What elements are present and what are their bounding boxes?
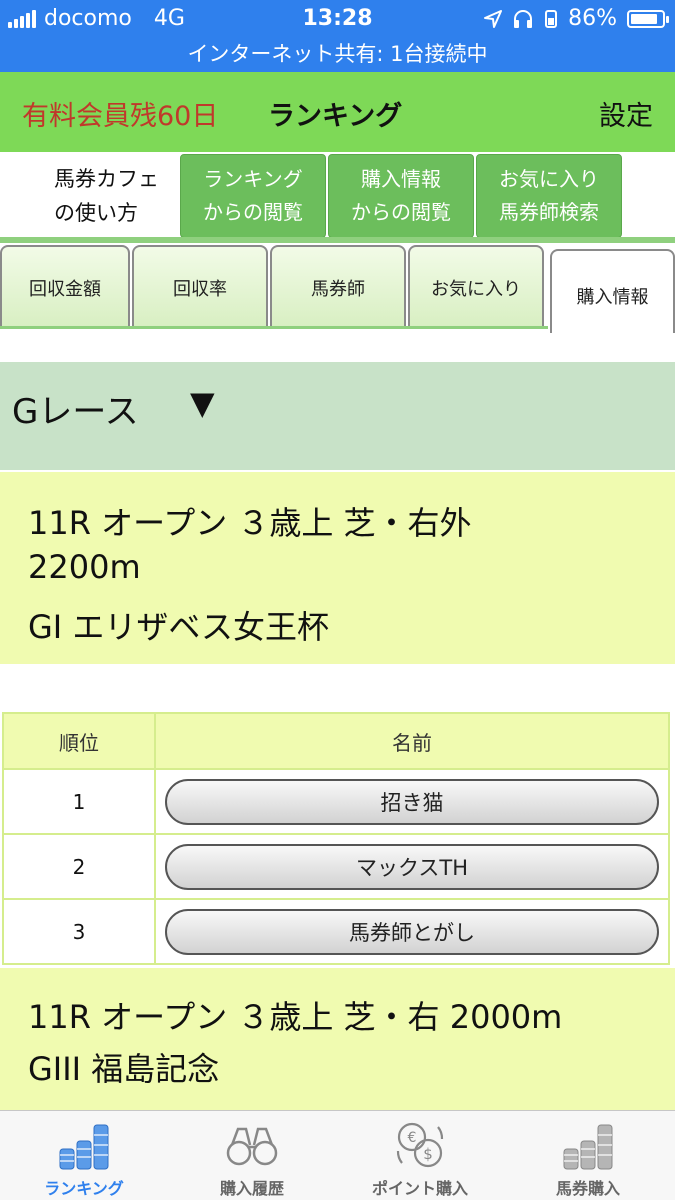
tipster-button[interactable]: 招き猫 [165, 778, 659, 825]
nav-ranking[interactable]: ランキング [0, 1111, 168, 1200]
tab-favorites[interactable]: お気に入り [408, 245, 544, 327]
status-bar: docomo 4G 13:28 86% インターネット共有: 1台接続中 [0, 0, 675, 72]
table-row: 1 招き猫 [4, 768, 668, 833]
binoculars-icon [226, 1127, 278, 1166]
section-title: Gレース [12, 392, 139, 432]
member-status: 有料会員残60日 [22, 101, 219, 132]
rank-cell: 3 [4, 900, 156, 963]
guide-line-1: 馬券カフェ [54, 167, 159, 191]
race-line: 11R オープン ３歳上 芝・右 2000m [28, 998, 563, 1036]
name-cell: 招き猫 [156, 770, 668, 833]
button-line-1: ランキング [203, 167, 303, 191]
tab-recovery-rate[interactable]: 回収率 [132, 245, 268, 327]
race-line: GIII 福島記念 [28, 1050, 220, 1088]
race-info: 11R オープン ３歳上 芝・右外 2200m GI エリザベス女王杯 [0, 472, 675, 664]
tipster-button[interactable]: 馬券師とがし [165, 908, 659, 955]
how-to-use-link[interactable]: 馬券カフェ の使い方 [54, 162, 159, 230]
nav-label: ランキング [44, 1179, 124, 1198]
ranking-tabs: 回収金額 回収率 馬券師 お気に入り 購入情報 [0, 243, 675, 333]
table-row: 2 マックスTH [4, 833, 668, 898]
nav-ticket-purchase[interactable]: 馬券購入 [504, 1111, 672, 1200]
page-title: ランキング [268, 101, 403, 132]
bottom-navigation: ランキング 購入履歴 € $ ポイント購入 馬券購入 [0, 1110, 675, 1200]
settings-button[interactable]: 設定 [599, 94, 653, 133]
nav-purchase-history[interactable]: 購入履歴 [168, 1111, 336, 1200]
button-line-2: からの閲覧 [203, 200, 303, 224]
location-arrow-icon [484, 9, 503, 28]
tipster-button[interactable]: マックスTH [165, 843, 659, 890]
svg-text:€: € [408, 1130, 417, 1146]
rank-cell: 2 [4, 835, 156, 898]
rank-cell: 1 [4, 770, 156, 833]
rank-header: 順位 [4, 714, 156, 768]
race-line: 2200m [28, 548, 141, 586]
app-header: 有料会員残60日 ランキング 設定 [0, 72, 675, 152]
tab-recovery-amount[interactable]: 回収金額 [0, 245, 130, 327]
guide-line-2: の使い方 [54, 201, 138, 225]
name-cell: マックスTH [156, 835, 668, 898]
button-line-1: 購入情報 [361, 167, 441, 191]
nav-label: 購入履歴 [219, 1179, 284, 1198]
nav-label: ポイント購入 [371, 1179, 468, 1198]
button-line-2: 馬券師検索 [499, 200, 599, 224]
coin-stacks-icon [563, 1124, 613, 1170]
race-line: 11R オープン ３歳上 芝・右外 [28, 504, 472, 542]
tab-purchase-info[interactable]: 購入情報 [550, 249, 675, 333]
favorite-tipster-search-button[interactable]: お気に入り 馬券師検索 [476, 154, 622, 238]
sub-navigation: 馬券カフェ の使い方 ランキング からの閲覧 購入情報 からの閲覧 お気に入り … [0, 152, 675, 240]
svg-text:$: $ [423, 1145, 433, 1163]
alarm-icon [545, 9, 558, 28]
battery-icon [627, 9, 669, 28]
nav-point-purchase[interactable]: € $ ポイント購入 [336, 1111, 504, 1200]
tethering-banner[interactable]: インターネット共有: 1台接続中 [0, 38, 675, 68]
tab-tipster[interactable]: 馬券師 [270, 245, 406, 327]
table-header-row: 順位 名前 [4, 714, 668, 768]
race-line: GI エリザベス女王杯 [28, 608, 330, 646]
tab-divider [0, 326, 548, 329]
browse-from-purchase-info-button[interactable]: 購入情報 からの閲覧 [328, 154, 474, 238]
coin-stacks-icon [59, 1124, 109, 1170]
nav-label: 馬券購入 [555, 1179, 620, 1198]
g-race-dropdown[interactable]: Gレース ▼ [0, 362, 675, 470]
battery-percent: 86% [568, 6, 617, 31]
table-row: 3 馬券師とがし [4, 898, 668, 963]
battery-level [631, 13, 657, 24]
dropdown-arrow-icon: ▼ [190, 384, 215, 422]
race-info: 11R オープン ３歳上 芝・右 2000m GIII 福島記念 [0, 968, 675, 1110]
currency-exchange-icon: € $ [396, 1122, 444, 1168]
button-line-2: からの閲覧 [351, 200, 451, 224]
name-cell: 馬券師とがし [156, 900, 668, 963]
headphones-icon [514, 9, 533, 28]
button-line-1: お気に入り [499, 167, 599, 191]
browse-from-ranking-button[interactable]: ランキング からの閲覧 [180, 154, 326, 238]
ranking-table: 順位 名前 1 招き猫 2 マックスTH 3 馬券師とがし [2, 712, 670, 965]
name-header: 名前 [392, 730, 432, 755]
